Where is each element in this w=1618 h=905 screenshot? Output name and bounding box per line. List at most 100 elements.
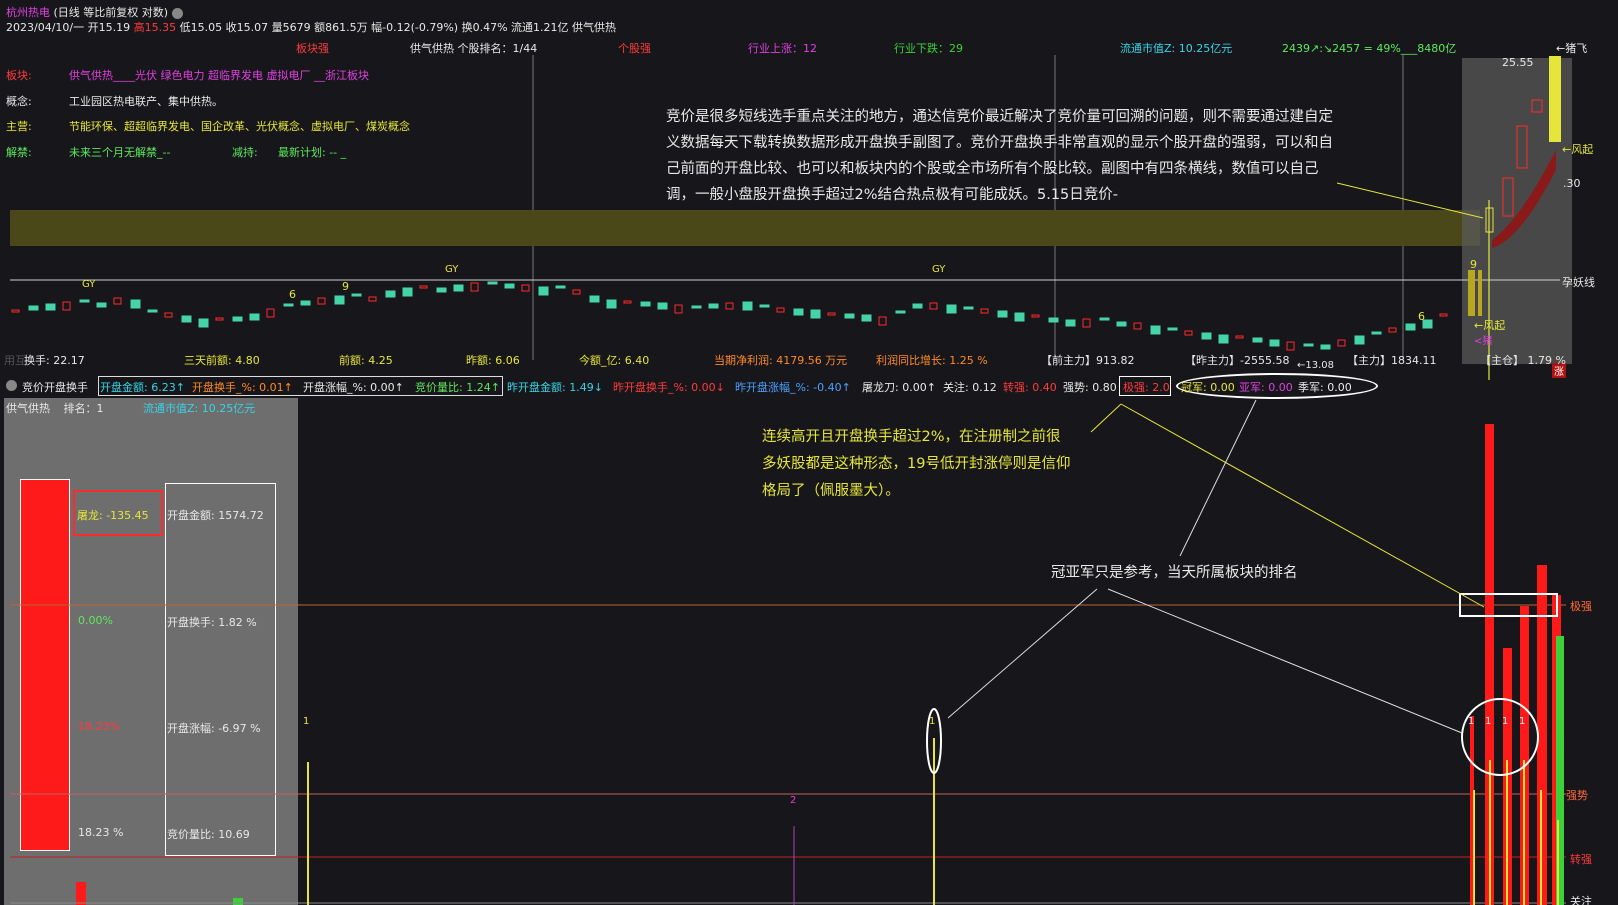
candle-down [487,281,498,285]
fengqi-label-2: ←风起 [1474,319,1506,332]
candle-down [1099,317,1110,321]
candle-down [453,284,464,292]
pointer-line [1107,588,1463,734]
candle-down [1065,319,1076,327]
marker-number: 9 [1470,258,1477,271]
candle-down [1405,323,1416,331]
candle-up [1235,335,1244,339]
candle-up [980,308,989,314]
candle-down [1303,343,1314,347]
jiqiang-label: 极强 [1570,600,1592,613]
candle-down [28,305,39,311]
bar-label: 1 [929,716,936,727]
candle-down [198,318,209,328]
used-label: 用互 [4,354,26,367]
bar-label: 1 [1519,716,1526,727]
pointer-line [1179,399,1257,557]
candle-down [1048,317,1059,323]
candle-down [657,302,668,310]
candle-up [1031,314,1040,318]
candle-up [725,302,734,310]
marker-gy: GY [932,264,946,275]
candle-down [606,299,617,309]
candle-up [1549,56,1561,142]
candle-down [963,306,974,310]
candle-up [674,304,683,314]
candle-down [555,285,566,289]
stat-profit-growth: 利润同比增长: 1.25 % [876,354,988,367]
candle-down [504,283,515,289]
stat-yest-amount: 昨额: 6.06 [466,354,520,367]
candle-down [861,314,872,322]
candle-up [1133,322,1142,330]
candle-up [776,307,785,313]
candle-down [402,287,413,297]
candle-down [334,295,345,305]
main-annotation: 竞价是很多短线选手重点关注的地方，通达信竞价最近解决了竞价量可回溯的问题，则不需… [666,109,1333,203]
candle-down [1371,331,1382,335]
candle-up [572,289,581,295]
candle-down [1252,337,1263,343]
stat-main-position: 【主仓】 1.79 % [1480,354,1566,367]
candle-down [793,308,804,316]
candle-up [215,317,224,321]
bar-label: 1 [1485,716,1492,727]
candle-down [895,310,906,314]
pointer-line [1090,403,1122,433]
main-stats-row: 用互 换手: 22.17 三天前额: 4.80 前额: 4.25 昨额: 6.0… [0,352,1618,368]
marker-gy: GY [82,279,96,290]
candle-up [929,302,938,310]
candle-down [742,301,753,311]
stat-prev-amount: 前额: 4.25 [339,354,393,367]
candle-down [589,295,600,303]
candle-down [45,303,56,311]
marker-gy: GY [445,264,459,275]
candle-up [1082,318,1091,328]
candle-down [997,310,1008,318]
candle-down [351,293,362,297]
candle-down [300,300,311,306]
stat-today-amount: 今额_亿: 6.40 [579,354,650,367]
fengqi-label: ←风起 [1562,143,1594,156]
candle-down [147,309,158,313]
bar-label: 1 [1502,716,1509,727]
candle-down [810,309,821,319]
pointer-line [947,588,1098,719]
candle-down [844,313,855,319]
candle-down [640,301,651,307]
candle-up [1468,270,1475,316]
candle-up [878,316,887,326]
zhuanqiang-label: 转强 [1570,853,1592,866]
price-high-label: 25.55 [1502,56,1534,69]
candle-down [1218,334,1229,344]
candle-up [266,308,275,318]
candle-up [317,297,326,305]
candle-down [436,287,447,293]
candle-down [1150,325,1161,335]
pig-label: <猪 [1474,336,1493,347]
price-label: .30 [1563,177,1581,190]
candle-down [181,315,192,323]
marker-number: 6 [1418,310,1425,323]
candle-down [385,290,396,298]
candle-down [691,305,702,309]
candle-down [1167,327,1178,331]
candle-down [283,303,294,307]
candle-up [1439,313,1448,317]
candle-up [1286,341,1295,351]
marker-number: 9 [342,280,349,293]
highlight-band [10,210,1480,246]
candle-up [827,312,836,316]
candle-up [623,300,632,304]
candle-up [11,309,20,313]
stat-net-profit: 当期净利润: 4179.56 万元 [714,354,848,367]
stat-yest-main: 【昨主力】-2555.58 [1185,354,1290,367]
candle-up [1184,330,1193,336]
candle-down [249,313,260,321]
candle-up [1388,327,1397,333]
candle-down [912,303,923,309]
candle-up [521,284,530,292]
qiangshi-label: 强势 [1566,789,1588,802]
candle-down [1116,321,1127,327]
annotation-pattern: 连续高开且开盘换手超过2%，在注册制之前很多妖股都是这种形态，19号低开封涨停则… [762,429,1071,499]
